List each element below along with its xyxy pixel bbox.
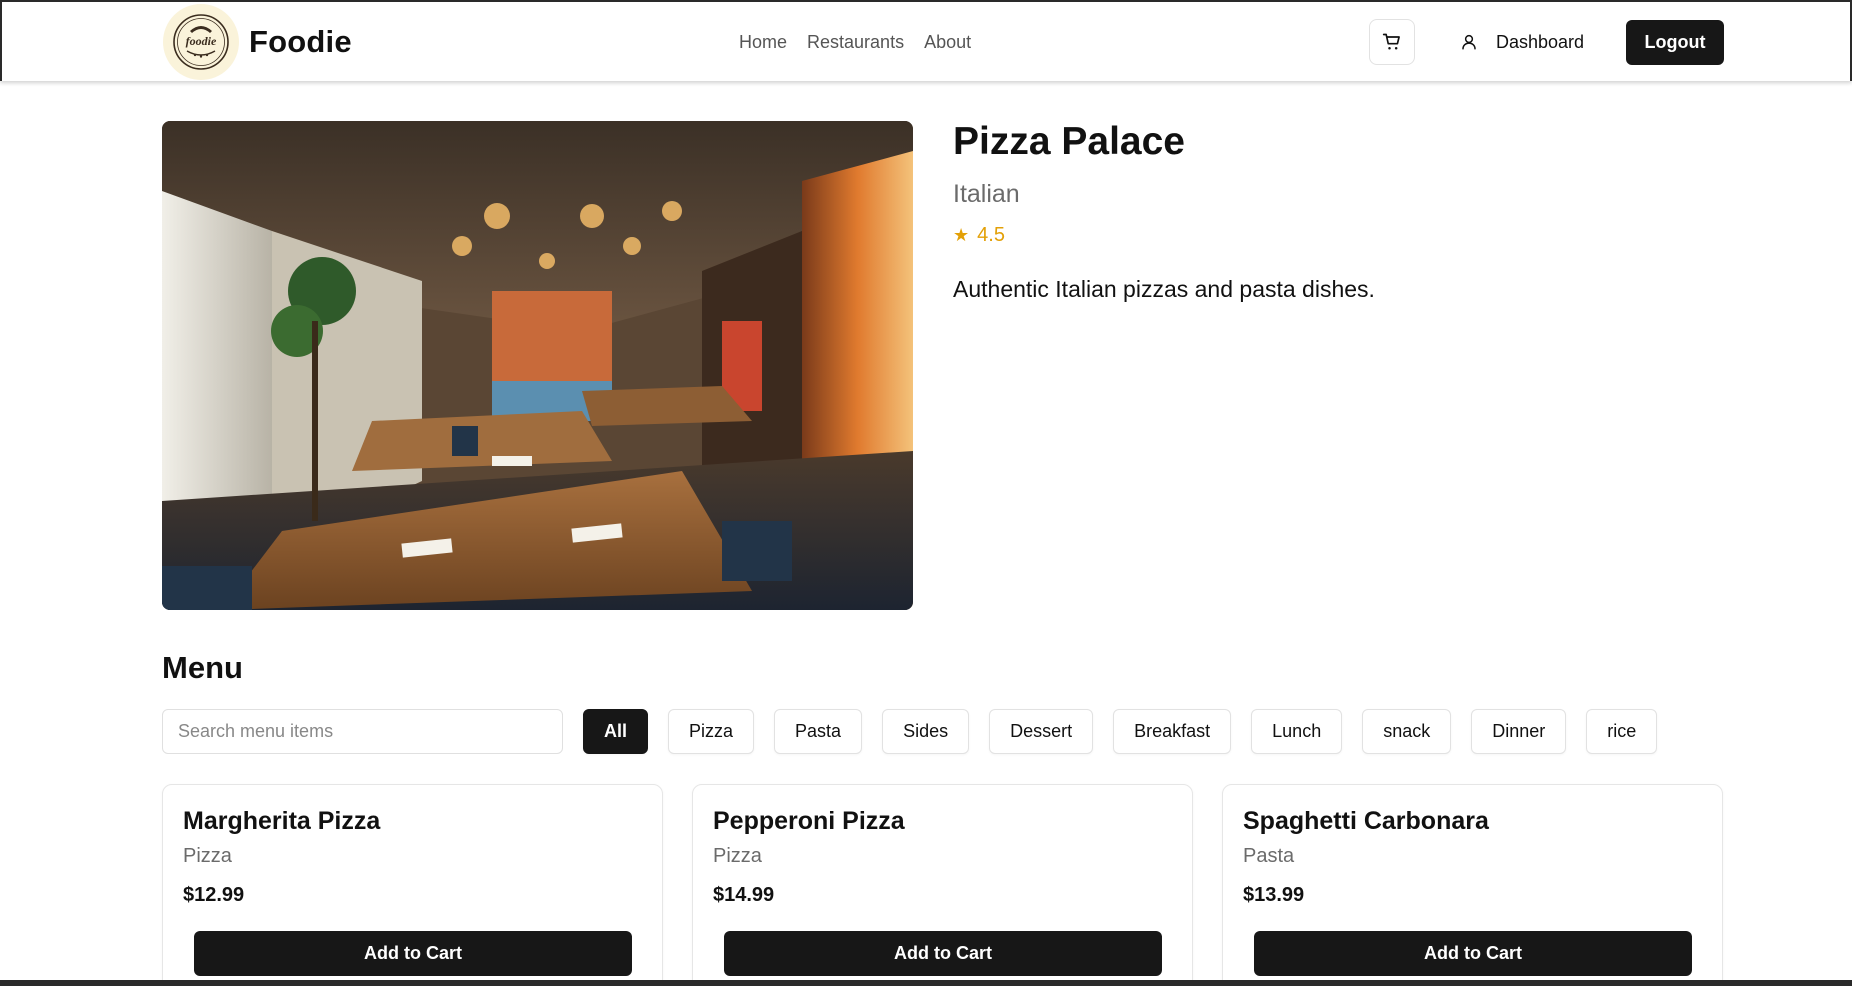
- filter-pasta[interactable]: Pasta: [774, 709, 863, 754]
- menu-item-card: Margherita Pizza Pizza $12.99 Add to Car…: [162, 784, 663, 986]
- dashboard-label: Dashboard: [1496, 31, 1585, 52]
- menu-item-name: Spaghetti Carbonara: [1243, 807, 1489, 835]
- menu-item-card: Pepperoni Pizza Pizza $14.99 Add to Cart: [692, 784, 1193, 986]
- menu-item-category: Pizza: [183, 845, 232, 867]
- menu-item-name: Pepperoni Pizza: [713, 807, 905, 835]
- menu-item-price: $13.99: [1243, 884, 1305, 906]
- restaurant-image: [162, 121, 913, 610]
- page: foodie Foodie Home Restaurants About Das…: [0, 0, 1852, 986]
- top-navbar: foodie Foodie Home Restaurants About Das…: [0, 0, 1852, 81]
- filter-dinner[interactable]: Dinner: [1471, 709, 1567, 754]
- foodie-logo[interactable]: foodie: [163, 4, 239, 80]
- logout-button[interactable]: Logout: [1626, 20, 1724, 65]
- filter-rice[interactable]: rice: [1586, 709, 1658, 754]
- filter-sides[interactable]: Sides: [882, 709, 970, 754]
- filter-dessert[interactable]: Dessert: [989, 709, 1094, 754]
- menu-item-category: Pizza: [713, 845, 762, 867]
- restaurant-name: Pizza Palace: [953, 120, 1185, 163]
- logo-wordmark: foodie: [186, 34, 217, 48]
- nav-link-about[interactable]: About: [924, 32, 971, 53]
- cart-button[interactable]: [1369, 19, 1415, 65]
- nav-link-home[interactable]: Home: [739, 32, 787, 53]
- menu-item-price: $12.99: [183, 884, 245, 906]
- menu-item-card: Spaghetti Carbonara Pasta $13.99 Add to …: [1222, 784, 1723, 986]
- dashboard-button[interactable]: Dashboard: [1452, 19, 1592, 65]
- cart-icon: [1382, 33, 1400, 50]
- foodie-logo-mark: foodie: [173, 14, 229, 70]
- main-nav: Home Restaurants About: [739, 2, 991, 82]
- menu-item-name: Margherita Pizza: [183, 807, 381, 835]
- restaurant-description: Authentic Italian pizzas and pasta dishe…: [953, 276, 1375, 302]
- brand-name[interactable]: Foodie: [249, 24, 352, 60]
- add-to-cart-button[interactable]: Add to Cart: [724, 931, 1162, 976]
- user-icon: [1462, 34, 1476, 50]
- window-bottom-edge: [0, 980, 1852, 986]
- menu-heading: Menu: [162, 650, 243, 685]
- category-filters: All Pizza Pasta Sides Dessert Breakfast …: [583, 709, 1677, 754]
- filter-all[interactable]: All: [583, 709, 649, 754]
- filter-snack[interactable]: snack: [1362, 709, 1452, 754]
- menu-item-category: Pasta: [1243, 845, 1295, 867]
- menu-item-price: $14.99: [713, 884, 775, 906]
- add-to-cart-button[interactable]: Add to Cart: [1254, 931, 1692, 976]
- restaurant-rating: ★ 4.5: [953, 224, 1005, 247]
- star-icon: ★: [953, 225, 970, 245]
- rating-value: 4.5: [977, 224, 1005, 246]
- menu-search-input[interactable]: [162, 709, 563, 754]
- filter-pizza[interactable]: Pizza: [668, 709, 755, 754]
- filter-breakfast[interactable]: Breakfast: [1113, 709, 1232, 754]
- filter-lunch[interactable]: Lunch: [1251, 709, 1343, 754]
- add-to-cart-button[interactable]: Add to Cart: [194, 931, 632, 976]
- restaurant-cuisine: Italian: [953, 180, 1020, 208]
- brand[interactable]: foodie Foodie: [163, 4, 352, 80]
- nav-link-restaurants[interactable]: Restaurants: [807, 32, 904, 53]
- menu-item-grid: Margherita Pizza Pizza $12.99 Add to Car…: [162, 784, 1752, 986]
